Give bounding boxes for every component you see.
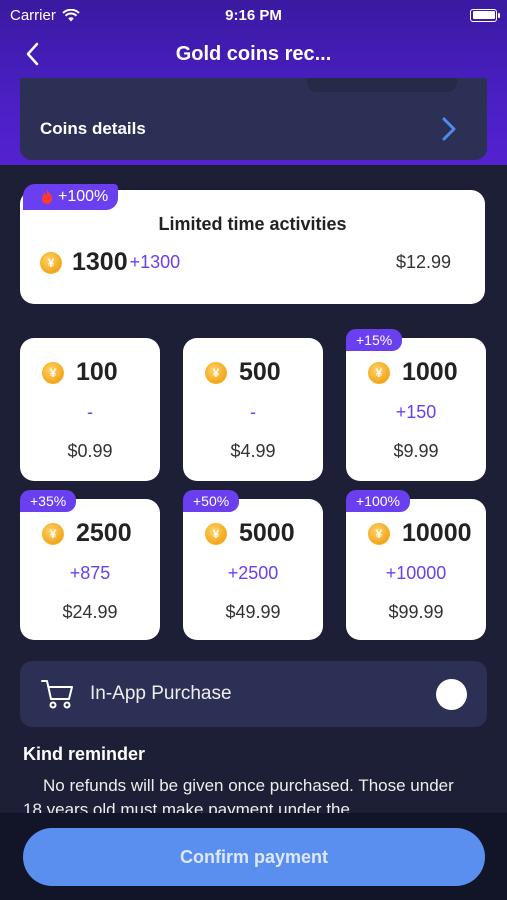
package-coin-count: 1000 <box>402 358 458 386</box>
package-coin-count: 100 <box>76 358 118 386</box>
promo-title: Limited time activities <box>158 214 347 234</box>
coin-icon: ¥ <box>205 361 227 384</box>
payment-method-label: In-App Purchase <box>90 683 232 704</box>
reminder-title: Kind reminder <box>23 744 146 764</box>
package-card-1000[interactable]: +15% ¥ 1000 +150 $9.99 <box>346 329 486 481</box>
package-coin-count: 5000 <box>239 519 295 547</box>
confirm-payment-button[interactable]: Confirm payment <box>23 828 485 886</box>
battery-icon <box>470 8 500 22</box>
package-coin-count: 2500 <box>76 519 132 547</box>
back-button[interactable] <box>20 40 48 68</box>
package-card-100[interactable]: ¥ 100 - $0.99 <box>20 338 160 481</box>
bonus-percent-badge: +50% <box>183 490 240 512</box>
coin-icon: ¥ <box>205 522 227 545</box>
fire-icon <box>42 189 52 204</box>
coin-icon: ¥ <box>368 522 390 545</box>
coins-details-tab <box>307 78 457 92</box>
coin-icon: ¥ <box>42 361 64 384</box>
package-bonus: +875 <box>69 563 111 583</box>
payment-radio-button[interactable] <box>436 679 467 710</box>
promo-package-card[interactable]: +100% Limited time activities ¥ 1300 +13… <box>20 184 485 304</box>
chevron-right-icon <box>442 117 456 141</box>
package-bonus: +150 <box>395 402 437 422</box>
package-card-500[interactable]: ¥ 500 - $4.99 <box>183 338 323 481</box>
coin-icon: ¥ <box>40 251 62 274</box>
bonus-percent-badge: +100% <box>346 490 410 512</box>
package-coin-count: 500 <box>239 358 281 386</box>
package-coin-count: 10000 <box>402 519 472 547</box>
package-price: $0.99 <box>67 441 113 461</box>
package-bonus: - <box>87 402 93 422</box>
page-title: Gold coins rec... <box>175 42 332 65</box>
coins-details-label: Coins details <box>40 119 146 138</box>
nav-bar: Gold coins rec... <box>0 30 507 78</box>
promo-bonus: +1300 <box>129 252 181 272</box>
package-price: $99.99 <box>388 602 444 622</box>
package-price: $49.99 <box>225 602 281 622</box>
coin-icon: ¥ <box>42 522 64 545</box>
carrier-label: Carrier <box>10 6 56 24</box>
promo-price: $12.99 <box>395 252 451 272</box>
package-price: $9.99 <box>393 441 439 461</box>
payment-method-in-app-purchase[interactable]: In-App Purchase <box>20 661 487 727</box>
coin-icon: ¥ <box>368 361 390 384</box>
package-bonus: +2500 <box>227 563 279 583</box>
package-card-5000[interactable]: +50% ¥ 5000 +2500 $49.99 <box>183 490 323 640</box>
bonus-percent-badge: +35% <box>20 490 77 512</box>
promo-badge: +100% <box>23 184 119 210</box>
package-card-10000[interactable]: +100% ¥ 10000 +10000 $99.99 <box>346 490 486 640</box>
package-bonus: +10000 <box>385 563 447 583</box>
status-bar: Carrier 9:16 PM <box>0 0 507 30</box>
header: Carrier 9:16 PM Gold coins rec... Coins … <box>0 0 507 165</box>
promo-coin-count: 1300 <box>72 248 128 276</box>
bonus-percent-badge: +15% <box>346 329 403 351</box>
package-card-2500[interactable]: +35% ¥ 2500 +875 $24.99 <box>20 490 160 640</box>
wifi-icon <box>62 8 80 21</box>
shopping-cart-icon <box>41 680 73 709</box>
reminder-text: No refunds will be given once purchased.… <box>23 776 454 814</box>
status-time: 9:16 PM <box>225 6 282 24</box>
package-bonus: - <box>250 402 256 422</box>
bottom-bar: Confirm payment <box>0 813 507 900</box>
coins-details-row[interactable]: Coins details <box>20 78 487 160</box>
package-price: $4.99 <box>230 441 276 461</box>
promo-badge-label: +100% <box>58 188 109 205</box>
package-price: $24.99 <box>62 602 118 622</box>
